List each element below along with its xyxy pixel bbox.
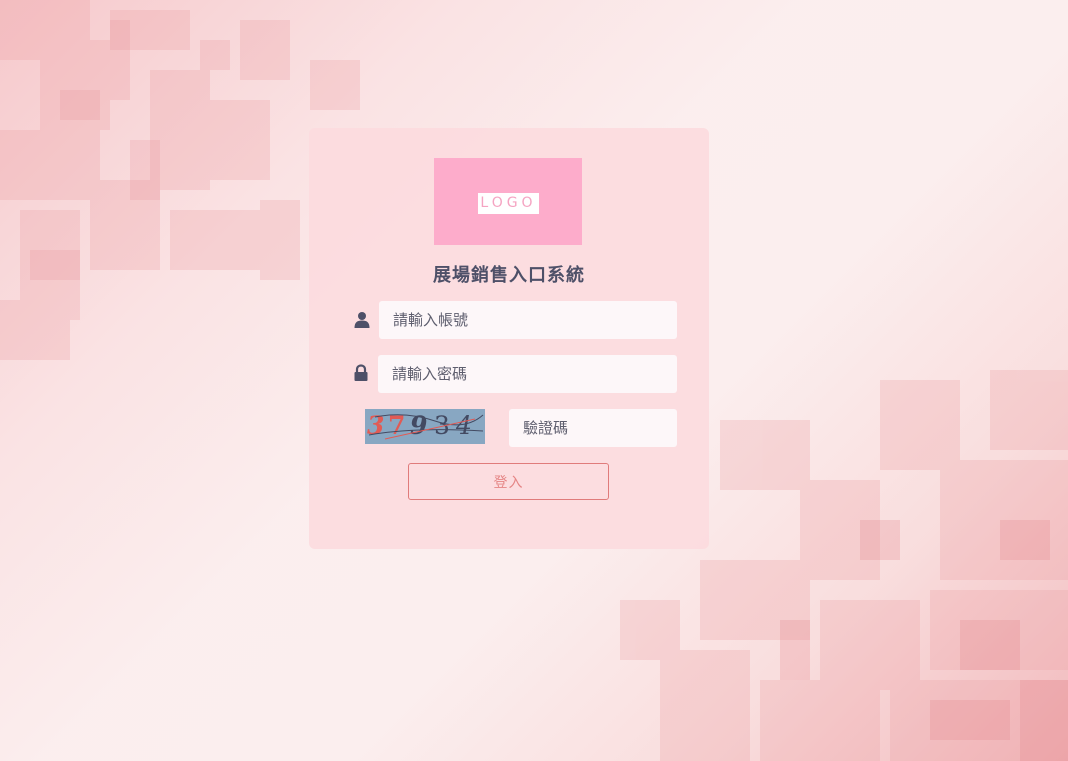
user-icon	[354, 312, 370, 328]
page-title: 展場銷售入口系統	[433, 265, 585, 286]
login-card: LOGO 展場銷售入口系統 3 7 9 3 4 登入	[309, 128, 709, 549]
captcha-input[interactable]	[509, 409, 677, 447]
logo: LOGO	[434, 158, 582, 245]
password-input[interactable]	[378, 355, 677, 393]
captcha-image[interactable]: 3 7 9 3 4	[365, 409, 485, 444]
username-input[interactable]	[379, 301, 677, 339]
captcha-noise	[368, 414, 484, 440]
login-button[interactable]: 登入	[408, 463, 609, 500]
logo-text: LOGO	[478, 193, 539, 214]
lock-icon	[354, 364, 368, 381]
